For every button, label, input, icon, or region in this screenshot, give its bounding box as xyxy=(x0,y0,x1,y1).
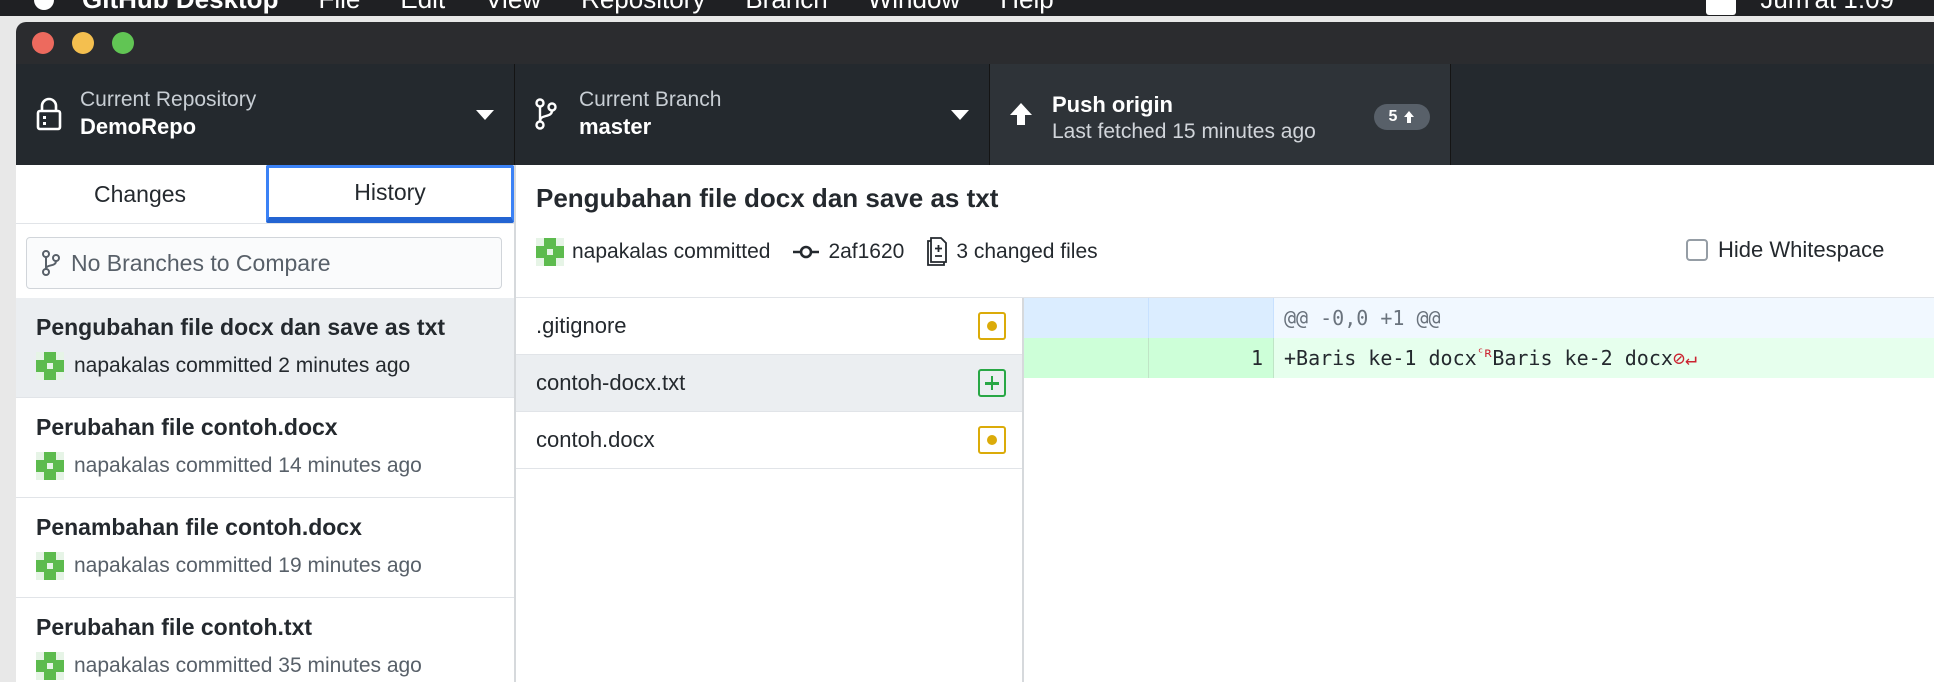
avatar xyxy=(36,552,64,580)
menu-file[interactable]: File xyxy=(318,0,360,15)
menu-view[interactable]: View xyxy=(485,0,541,15)
minimize-window-button[interactable] xyxy=(72,32,94,54)
hide-whitespace-checkbox[interactable] xyxy=(1686,239,1708,261)
commit-detail: Pengubahan file docx dan save as txt nap… xyxy=(516,165,1934,682)
no-newline-icon: ⊘↵ xyxy=(1672,346,1698,370)
apple-icon[interactable] xyxy=(34,0,54,10)
diff-view: @@ -0,0 +1 @@ 1 +Baris ke-1 docxᶜʀBaris … xyxy=(1024,298,1934,682)
file-name: contoh-docx.txt xyxy=(536,370,686,395)
file-list-item[interactable]: contoh-docx.txt xyxy=(516,355,1022,412)
commit-title: Perubahan file contoh.docx xyxy=(36,414,338,440)
commit-list-item[interactable]: Penambahan file contoh.docx napakalas co… xyxy=(16,498,514,598)
commit-meta: napakalas committed 14 minutes ago xyxy=(74,454,422,477)
close-window-button[interactable] xyxy=(32,32,54,54)
avatar xyxy=(36,452,64,480)
lock-icon xyxy=(36,97,62,131)
tab-history[interactable]: History xyxy=(266,165,514,223)
compare-placeholder: No Branches to Compare xyxy=(71,249,331,276)
diff-text-part2: Baris ke-2 docx xyxy=(1492,346,1673,370)
commit-list-item[interactable]: Pengubahan file docx dan save as txt nap… xyxy=(16,298,514,398)
menu-help[interactable]: Help xyxy=(1000,0,1053,15)
line-number: 1 xyxy=(1250,346,1263,370)
branch-icon xyxy=(535,98,557,130)
file-diff-icon xyxy=(927,237,948,266)
commit-meta: napakalas committed 35 minutes ago xyxy=(74,654,422,677)
menu-app-name[interactable]: GitHub Desktop xyxy=(82,0,278,15)
menu-branch[interactable]: Branch xyxy=(745,0,827,15)
commit-list-item[interactable]: Perubahan file contoh.txt napakalas comm… xyxy=(16,598,514,682)
arrow-up-icon xyxy=(1404,111,1415,123)
branch-name: master xyxy=(579,114,652,139)
menubar-clock[interactable]: Jum'at 1:09 xyxy=(1760,0,1894,15)
commits-ahead-badge: 5 xyxy=(1374,104,1430,130)
commit-icon xyxy=(793,245,820,259)
branch-label: Current Branch xyxy=(579,88,722,111)
menu-edit[interactable]: Edit xyxy=(400,0,445,15)
system-menubar: GitHub Desktop File Edit View Repository… xyxy=(0,0,1934,16)
avatar xyxy=(536,238,564,266)
push-title: Push origin xyxy=(1052,92,1173,117)
menu-repository[interactable]: Repository xyxy=(581,0,705,15)
chevron-down-icon xyxy=(951,110,969,120)
sidebar-tabs: Changes History xyxy=(16,165,514,224)
sidebar: Changes History No Branches to Compare P… xyxy=(16,165,516,682)
menu-window[interactable]: Window xyxy=(868,0,960,15)
tab-changes[interactable]: Changes xyxy=(16,165,264,223)
avatar xyxy=(36,652,64,680)
commit-list-item[interactable]: Perubahan file contoh.docx napakalas com… xyxy=(16,398,514,498)
commit-title: Pengubahan file docx dan save as txt xyxy=(36,314,446,340)
chevron-down-icon xyxy=(476,110,494,120)
diff-line-added[interactable]: 1 +Baris ke-1 docxᶜʀBaris ke-2 docx⊘↵ xyxy=(1024,338,1934,378)
diff-line-content: +Baris ke-1 docxᶜʀBaris ke-2 docx⊘↵ xyxy=(1284,346,1697,370)
changed-files-count: 3 changed files xyxy=(956,240,1098,263)
commit-list: Pengubahan file docx dan save as txt nap… xyxy=(16,298,514,682)
carriage-return-icon: ᶜʀ xyxy=(1476,346,1493,361)
diff-gutter-new: 1 xyxy=(1149,338,1274,378)
file-name: contoh.docx xyxy=(536,427,655,452)
repository-name: DemoRepo xyxy=(80,114,197,139)
app-window: Current Repository DemoRepo Current Bran… xyxy=(16,22,1934,682)
added-icon xyxy=(978,369,1006,397)
diff-gutter-old xyxy=(1024,298,1149,338)
hide-whitespace-label: Hide Whitespace xyxy=(1718,237,1885,262)
diff-hunk-header[interactable]: @@ -0,0 +1 @@ xyxy=(1024,298,1934,338)
avatar xyxy=(36,352,64,380)
file-list-item[interactable]: .gitignore xyxy=(516,298,1022,355)
diff-gutter-new xyxy=(1149,298,1274,338)
modified-icon xyxy=(978,312,1006,340)
commit-sha[interactable]: 2af1620 xyxy=(828,240,904,264)
commit-summary-title: Pengubahan file docx dan save as txt xyxy=(536,183,999,213)
toolbar: Current Repository DemoRepo Current Bran… xyxy=(16,64,1934,165)
badge-count: 5 xyxy=(1388,108,1398,125)
repository-label: Current Repository xyxy=(80,88,257,111)
commit-meta: napakalas committed 2 minutes ago xyxy=(74,354,411,377)
commit-title: Perubahan file contoh.txt xyxy=(36,614,313,640)
status-icon[interactable] xyxy=(1706,0,1737,15)
modified-icon xyxy=(978,426,1006,454)
diff-gutter-old xyxy=(1024,338,1149,378)
compare-branch-input[interactable]: No Branches to Compare xyxy=(26,237,502,289)
current-repository-button[interactable]: Current Repository DemoRepo xyxy=(16,64,515,165)
branch-icon xyxy=(42,250,60,276)
commit-author: napakalas committed xyxy=(572,240,771,263)
commit-summary: Pengubahan file docx dan save as txt nap… xyxy=(516,165,1934,298)
changed-files-list: .gitignore contoh-docx.txt contoh.docx xyxy=(516,298,1024,682)
arrow-up-icon xyxy=(1010,103,1032,125)
current-branch-button[interactable]: Current Branch master xyxy=(515,64,990,165)
hunk-header-text: @@ -0,0 +1 @@ xyxy=(1284,306,1441,330)
file-name: .gitignore xyxy=(536,313,627,338)
file-list-item[interactable]: contoh.docx xyxy=(516,412,1022,469)
last-fetched-text: Last fetched 15 minutes ago xyxy=(1052,120,1316,143)
maximize-window-button[interactable] xyxy=(112,32,134,54)
commit-title: Penambahan file contoh.docx xyxy=(36,514,362,540)
diff-text-part1: +Baris ke-1 docx xyxy=(1284,346,1477,370)
push-origin-button[interactable]: Push origin Last fetched 15 minutes ago … xyxy=(990,64,1451,165)
hide-whitespace-toggle[interactable]: Hide Whitespace xyxy=(1686,237,1884,263)
title-bar xyxy=(16,22,1934,65)
commit-meta: napakalas committed 19 minutes ago xyxy=(74,554,422,577)
